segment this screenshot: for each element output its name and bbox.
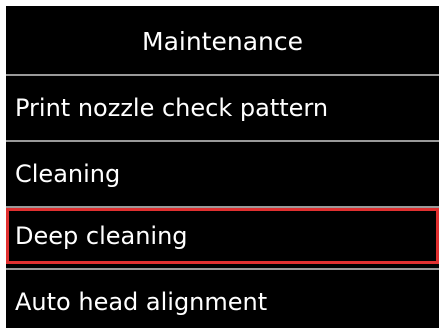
menu-item-deep-cleaning[interactable]: Deep cleaning — [6, 208, 439, 264]
printer-lcd-screen: Maintenance Print nozzle check pattern C… — [6, 6, 439, 328]
menu-item-auto-head-alignment[interactable]: Auto head alignment — [6, 270, 439, 328]
screen-title: Maintenance — [142, 27, 303, 56]
menu-item-print-nozzle-check-pattern[interactable]: Print nozzle check pattern — [6, 76, 439, 140]
menu-item-cleaning[interactable]: Cleaning — [6, 142, 439, 206]
